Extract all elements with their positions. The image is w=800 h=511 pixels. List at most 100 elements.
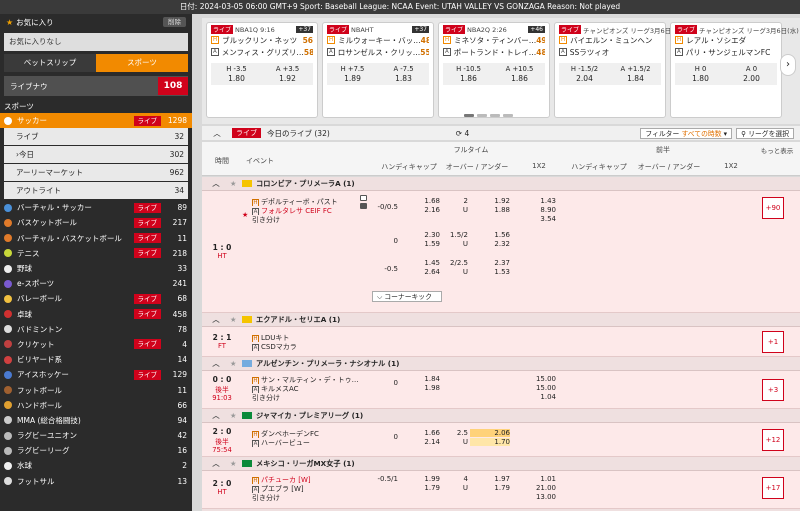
soccer-sub-item[interactable]: ライブ 32 <box>4 128 188 146</box>
sport-item[interactable]: 野球 33 <box>0 261 192 276</box>
odds-button[interactable]: A 0 2.00 <box>726 63 777 85</box>
odds-cell[interactable]: 15.00 <box>522 375 556 383</box>
sport-item[interactable]: MMA (総合格闘技) 94 <box>0 413 192 428</box>
tab-betslip[interactable]: ベットスリップ <box>4 54 96 72</box>
sport-item[interactable]: バーチャル・サッカー ライブ 89 <box>0 200 192 215</box>
odds-cell[interactable]: 2.14 <box>402 438 440 446</box>
ou-line[interactable]: 2/2.5 <box>442 259 468 267</box>
odds-cell[interactable]: 1.92 <box>470 197 510 205</box>
sport-item[interactable]: フットサル 13 <box>0 474 192 489</box>
odds-cell[interactable]: 1.56 <box>470 231 510 239</box>
sport-item[interactable]: サッカー ライブ 1298 <box>0 113 192 129</box>
odds-button[interactable]: A +10.5 1.86 <box>494 63 545 85</box>
handicap-line[interactable]: 0 <box>372 433 398 441</box>
odds-cell[interactable]: 1.01 <box>522 475 556 483</box>
chevron-up-icon[interactable]: ︿ <box>202 315 230 325</box>
odds-cell[interactable]: 1.79 <box>402 484 440 492</box>
handicap-line[interactable]: -0.5 <box>372 265 398 273</box>
odds-cell[interactable]: 8.90 <box>522 206 556 214</box>
ou-line[interactable]: 2 <box>442 197 468 205</box>
more-markets-button[interactable]: +17 <box>762 477 784 499</box>
handicap-line[interactable]: -0.5/1 <box>372 475 398 483</box>
sport-item[interactable]: ラグビーユニオン 42 <box>0 428 192 443</box>
sport-item[interactable]: バーチャル・バスケットボール ライブ 11 <box>0 231 192 246</box>
carousel-dot[interactable] <box>490 114 500 117</box>
ou-under-tag[interactable]: U <box>442 484 468 492</box>
carousel-dot[interactable] <box>503 114 513 117</box>
odds-cell[interactable]: 1.97 <box>470 475 510 483</box>
sport-item[interactable]: ビリヤード系 14 <box>0 352 192 367</box>
league-row[interactable]: ︿ ★ メキシコ・リーガMX女子 (1) <box>202 457 800 471</box>
star-icon[interactable]: ★ <box>230 411 242 420</box>
chevron-up-icon[interactable]: ︿ <box>202 128 232 139</box>
star-icon[interactable]: ★ <box>230 359 242 368</box>
chevron-up-icon[interactable]: ︿ <box>202 359 230 369</box>
featured-match-card[interactable]: ライブ NBA HT +37 H ミルウォーキー・バッ… 48 A ロサンゼルス・クリッ… 55… <box>322 22 434 118</box>
odds-button[interactable]: H -3.5 1.80 <box>211 63 262 85</box>
odds-cell[interactable]: 1.68 <box>402 197 440 205</box>
chevron-up-icon[interactable]: ︿ <box>202 459 230 469</box>
card-more-count[interactable]: +46 <box>528 26 545 33</box>
sport-item[interactable]: フットボール 11 <box>0 382 192 397</box>
star-icon[interactable]: ★ <box>230 459 242 468</box>
league-row[interactable]: ︿ ★ エクアドル・セリエA (1) <box>202 313 800 327</box>
more-markets-button[interactable]: +1 <box>762 331 784 353</box>
sport-item[interactable]: バレーボール ライブ 68 <box>0 291 192 306</box>
handicap-line[interactable]: 0 <box>372 237 398 245</box>
soccer-sub-item[interactable]: アーリーマーケット 962 <box>4 164 188 182</box>
tab-sports[interactable]: スポーツ <box>96 54 188 72</box>
sport-item[interactable]: 水球 2 <box>0 458 192 473</box>
odds-button[interactable]: H +7.5 1.89 <box>327 63 378 85</box>
ou-under-tag[interactable]: U <box>442 240 468 248</box>
ou-line[interactable]: 4 <box>442 475 468 483</box>
odds-button[interactable]: A +1.5/2 1.84 <box>610 63 661 85</box>
sport-item[interactable]: バスケットボール ライブ 217 <box>0 215 192 230</box>
sport-item[interactable]: バドミントン 78 <box>0 322 192 337</box>
sport-item[interactable]: 卓球 ライブ 458 <box>0 307 192 322</box>
video-icon[interactable] <box>360 203 367 209</box>
odds-cell[interactable]: 15.00 <box>522 384 556 392</box>
refresh-icon[interactable]: ⟳ 4 <box>456 129 469 138</box>
odds-cell[interactable]: 1.98 <box>402 384 440 392</box>
card-more-count[interactable]: +37 <box>296 26 313 33</box>
star-icon[interactable]: ★ <box>230 315 242 324</box>
odds-button[interactable]: H -1.5/2 2.04 <box>559 63 610 85</box>
favorites-clear-button[interactable]: 削除 <box>163 17 186 27</box>
odds-cell[interactable]: 2.32 <box>470 240 510 248</box>
odds-cell[interactable]: 1.88 <box>470 206 510 214</box>
sport-item[interactable]: クリケット ライブ 4 <box>0 337 192 352</box>
featured-match-card[interactable]: ライブチャンピオンズ リーグ 3月6日(水) 05:00+272Hレアル・ソシエ… <box>670 22 800 118</box>
odds-cell[interactable]: 3.54 <box>522 215 556 223</box>
featured-match-card[interactable]: ライブ NBA 2Q 2:26 +46 H ミネソタ・ティンバー… 49 A ポートランド・ト… <box>438 22 550 118</box>
ou-line[interactable]: 2.5 <box>442 429 468 437</box>
odds-cell[interactable]: 2.16 <box>402 206 440 214</box>
odds-cell[interactable]: 1.53 <box>470 268 510 276</box>
odds-cell[interactable]: 1.70 <box>470 438 510 446</box>
star-icon[interactable]: ★ <box>242 211 248 219</box>
ou-under-tag[interactable]: U <box>442 206 468 214</box>
card-more-count[interactable]: +37 <box>412 26 429 33</box>
odds-cell[interactable]: 1.99 <box>402 475 440 483</box>
chevron-up-icon[interactable]: ︿ <box>202 411 230 421</box>
ou-under-tag[interactable]: U <box>442 268 468 276</box>
odds-cell[interactable]: 2.64 <box>402 268 440 276</box>
odds-button[interactable]: A -7.5 1.83 <box>378 63 429 85</box>
star-icon[interactable]: ★ <box>230 179 242 188</box>
carousel-dot[interactable] <box>464 114 474 117</box>
sport-item[interactable]: ハンドボール 66 <box>0 398 192 413</box>
odds-cell[interactable]: 1.04 <box>522 393 556 401</box>
filter-dropdown[interactable]: フィルター すべての時数 ▾ <box>640 127 733 139</box>
soccer-sub-item[interactable]: アウトライト 34 <box>4 182 188 200</box>
more-markets-button[interactable]: +3 <box>762 379 784 401</box>
odds-cell[interactable]: 1.66 <box>402 429 440 437</box>
ou-under-tag[interactable]: U <box>442 438 468 446</box>
league-row[interactable]: ︿ ★ アルゼンチン・プリメーラ・ナシオナル (1) <box>202 357 800 371</box>
sport-item[interactable]: テニス ライブ 218 <box>0 246 192 261</box>
odds-cell[interactable]: 2.06 <box>470 429 510 437</box>
live-now-row[interactable]: ライブナウ 108 <box>4 76 188 96</box>
chevron-up-icon[interactable]: ︿ <box>202 179 230 189</box>
league-row[interactable]: ︿ ★ コロンビア・プリメーラA (1) <box>202 177 800 191</box>
odds-button[interactable]: H -10.5 1.86 <box>443 63 494 85</box>
odds-cell[interactable]: 1.79 <box>470 484 510 492</box>
odds-cell[interactable]: 1.84 <box>402 375 440 383</box>
